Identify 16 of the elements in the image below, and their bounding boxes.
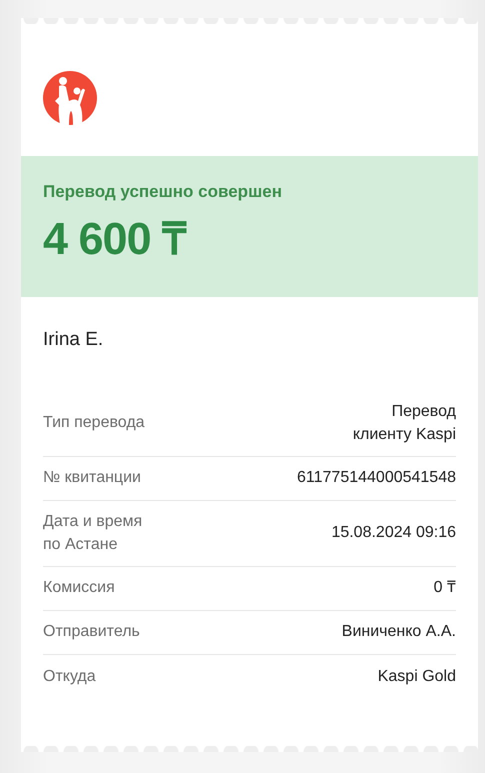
detail-value: Перевод клиенту Kaspi [352, 402, 456, 444]
recipient-name: Irina E. [42, 328, 104, 352]
detail-label: Дата и время по Астане [43, 512, 142, 554]
logo-icon [43, 71, 97, 125]
detail-label: Комиссия [43, 578, 115, 598]
detail-value: 15.08.2024 09:16 [331, 523, 456, 544]
amount: 4 600 ₸ [43, 212, 188, 266]
detail-value: 611775144000541548 [297, 468, 456, 488]
detail-value: Виниченко А.А. [342, 622, 456, 642]
detail-label: Тип перевода [43, 413, 145, 434]
status-title: Перевод успешно совершен [43, 182, 283, 202]
detail-label: Отправитель [43, 622, 140, 642]
detail-value: 0 ₸ [434, 578, 456, 598]
detail-label: № квитанции [43, 468, 141, 488]
detail-value: Kaspi Gold [378, 666, 456, 687]
detail-label: Откуда [43, 666, 96, 687]
